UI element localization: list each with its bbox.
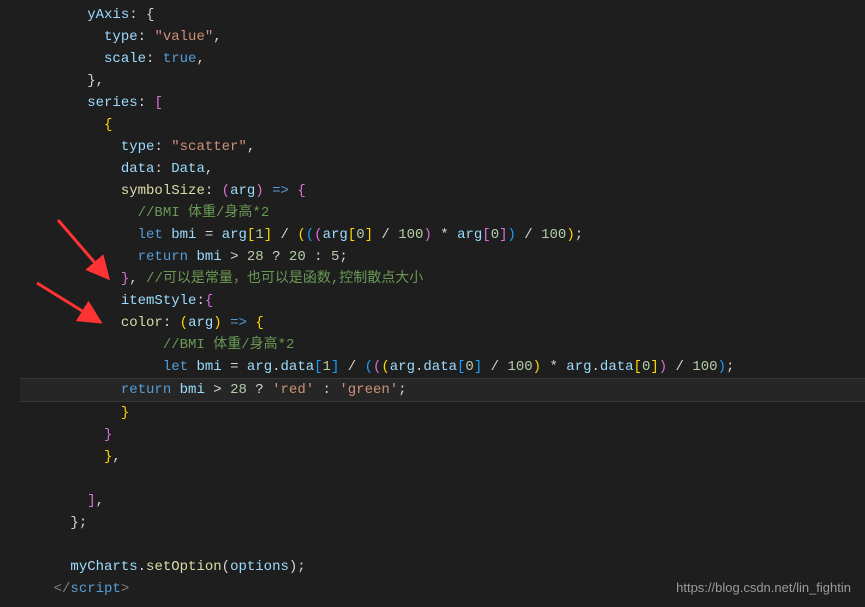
code-line [20, 468, 865, 490]
code-line: symbolSize: (arg) => { [20, 180, 865, 202]
code-editor[interactable]: yAxis: { type: "value", scale: true, }, … [0, 0, 865, 600]
code-line: type: "value", [20, 26, 865, 48]
code-line: ], [20, 490, 865, 512]
code-line-active: return bmi > 28 ? 'red' : 'green'; [20, 378, 865, 402]
code-line: return bmi > 28 ? 20 : 5; [20, 246, 865, 268]
code-line: //BMI 体重/身高*2 [20, 202, 865, 224]
code-line: type: "scatter", [20, 136, 865, 158]
code-line: scale: true, [20, 48, 865, 70]
code-line: } [20, 402, 865, 424]
code-line: let bmi = arg.data[1] / (((arg.data[0] /… [20, 356, 865, 378]
watermark: https://blog.csdn.net/lin_fightin [676, 577, 851, 599]
code-line [20, 534, 865, 556]
code-line: myCharts.setOption(options); [20, 556, 865, 578]
code-line: yAxis: { [20, 4, 865, 26]
code-line: data: Data, [20, 158, 865, 180]
code-line: itemStyle:{ [20, 290, 865, 312]
code-line: series: [ [20, 92, 865, 114]
code-line: }, [20, 70, 865, 92]
code-line: } [20, 424, 865, 446]
code-line: }, //可以是常量，也可以是函数,控制散点大小 [20, 268, 865, 290]
code-line: let bmi = arg[1] / (((arg[0] / 100) * ar… [20, 224, 865, 246]
code-line: color: (arg) => { [20, 312, 865, 334]
code-line: }, [20, 446, 865, 468]
code-line: }; [20, 512, 865, 534]
code-line: { [20, 114, 865, 136]
code-line: //BMI 体重/身高*2 [20, 334, 865, 356]
